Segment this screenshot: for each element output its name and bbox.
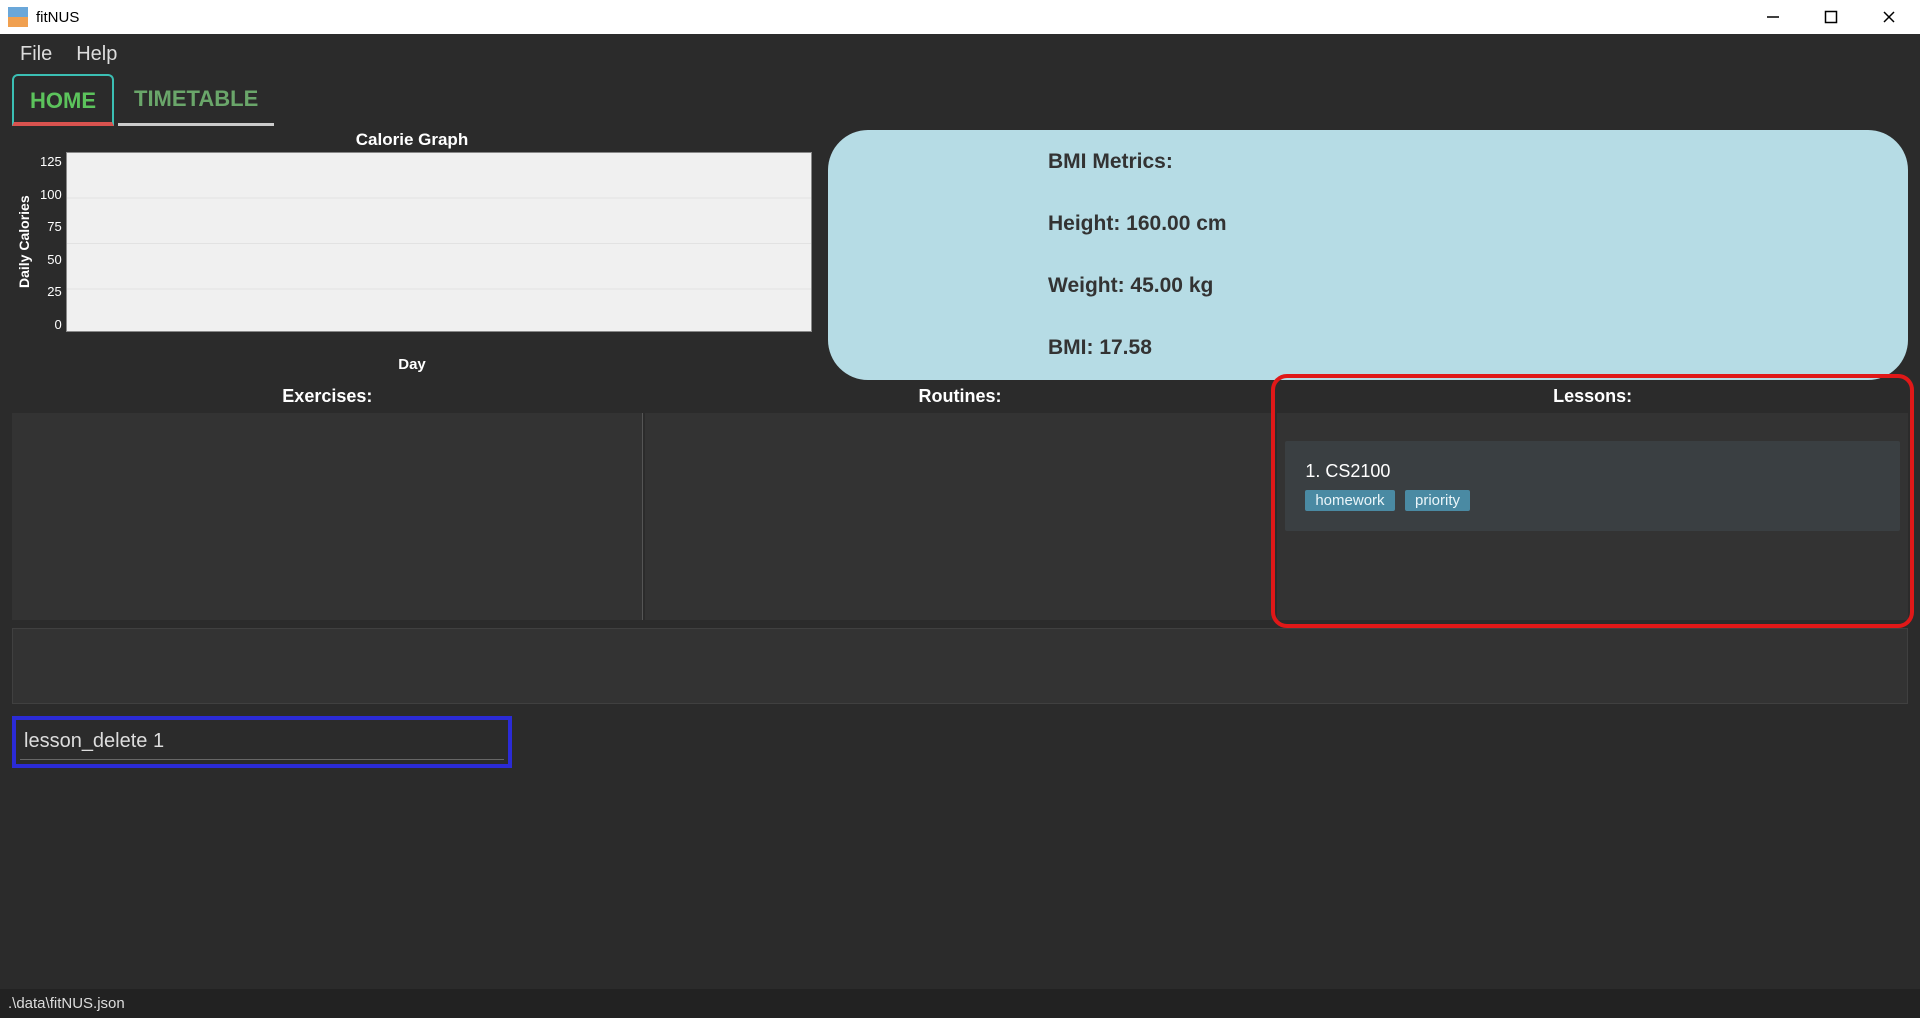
bmi-height: Height: 160.00 cm	[1048, 212, 1688, 236]
app-icon	[8, 7, 28, 27]
menubar: File Help	[0, 34, 1920, 74]
calorie-chart: Calorie Graph Daily Calories 125 100 75 …	[12, 130, 812, 378]
result-display	[12, 628, 1908, 704]
minimize-button[interactable]	[1758, 5, 1788, 29]
chart-ylabel: Daily Calories	[12, 152, 36, 332]
tab-row: HOME TIMETABLE	[0, 74, 1920, 126]
exercises-list[interactable]	[12, 413, 643, 620]
bmi-header: BMI Metrics:	[1048, 150, 1688, 174]
chart-title: Calorie Graph	[356, 130, 468, 150]
bmi-weight: Weight: 45.00 kg	[1048, 274, 1688, 298]
lessons-list[interactable]: 1. CS2100 homework priority	[1277, 413, 1908, 620]
bmi-card: BMI Metrics: Height: 160.00 cm Weight: 4…	[828, 130, 1908, 380]
lesson-tag: homework	[1305, 490, 1394, 511]
statusbar: .\data\fitNUS.json	[0, 989, 1920, 1018]
status-path: .\data\fitNUS.json	[8, 995, 125, 1012]
routines-panel: Routines:	[645, 382, 1276, 620]
lessons-panel: Lessons: 1. CS2100 homework priority	[1277, 382, 1908, 620]
close-button[interactable]	[1874, 5, 1904, 29]
command-input-highlight	[12, 716, 512, 768]
lesson-name: 1. CS2100	[1305, 461, 1880, 482]
list-item[interactable]: 1. CS2100 homework priority	[1285, 441, 1900, 531]
window-title: fitNUS	[36, 9, 1758, 26]
chart-xlabel: Day	[398, 356, 426, 373]
titlebar: fitNUS	[0, 0, 1920, 34]
chart-yaxis: 125 100 75 50 25 0	[36, 152, 66, 332]
maximize-button[interactable]	[1816, 5, 1846, 29]
lessons-header: Lessons:	[1277, 382, 1908, 413]
bmi-value: BMI: 17.58	[1048, 336, 1688, 360]
lesson-tag: priority	[1405, 490, 1470, 511]
routines-header: Routines:	[645, 382, 1276, 413]
chart-plot-area	[66, 152, 812, 332]
menu-file[interactable]: File	[20, 43, 52, 66]
exercises-header: Exercises:	[12, 382, 643, 413]
exercises-panel: Exercises:	[12, 382, 643, 620]
tab-timetable[interactable]: TIMETABLE	[118, 74, 274, 126]
command-input[interactable]	[20, 724, 504, 760]
tab-home[interactable]: HOME	[12, 74, 114, 126]
routines-list[interactable]	[645, 413, 1276, 620]
menu-help[interactable]: Help	[76, 43, 117, 66]
